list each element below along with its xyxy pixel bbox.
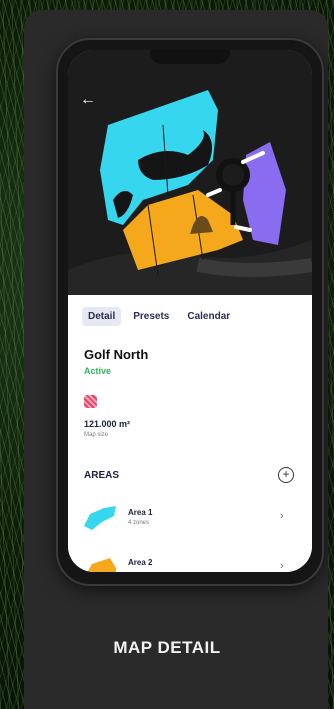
- list-item-area-2[interactable]: Area 2 ›: [82, 550, 302, 572]
- chevron-right-icon: ›: [280, 560, 284, 572]
- caption-title: MAP DETAIL: [113, 638, 221, 657]
- map-canvas[interactable]: [68, 50, 312, 295]
- status-badge: Active: [84, 366, 112, 376]
- phone-notch: [150, 50, 230, 64]
- area-1-shape-icon: [84, 506, 116, 530]
- area-2-shape-icon: [87, 558, 116, 572]
- back-arrow-icon[interactable]: ←: [78, 90, 98, 110]
- map-size-icon: [84, 395, 97, 408]
- plus-circle-icon: +: [282, 467, 290, 481]
- map-size-value: 121.000 m²: [84, 419, 131, 429]
- tab-detail[interactable]: Detail: [82, 307, 122, 326]
- area-2-name: Area 2: [128, 558, 153, 567]
- phone-frame: ← Detail Presets Calendar Golf North Act…: [56, 38, 324, 586]
- map-size-label: Map size: [84, 432, 109, 438]
- map-title: Golf North: [84, 347, 149, 362]
- chevron-right-icon: ›: [280, 510, 284, 522]
- phone-screen: ← Detail Presets Calendar Golf North Act…: [68, 50, 312, 572]
- add-area-button[interactable]: +: [278, 467, 294, 483]
- area-1-name: Area 1: [128, 508, 153, 517]
- list-item-area-1[interactable]: Area 1 4 zones ›: [82, 500, 302, 540]
- map-view[interactable]: ←: [68, 50, 312, 295]
- tab-bar: Detail Presets Calendar: [82, 307, 236, 326]
- detail-panel: Detail Presets Calendar Golf North Activ…: [68, 295, 312, 572]
- areas-heading: AREAS: [84, 470, 120, 481]
- tab-presets[interactable]: Presets: [127, 307, 175, 326]
- area-1-subtitle: 4 zones: [128, 520, 150, 526]
- tab-calendar[interactable]: Calendar: [181, 307, 236, 326]
